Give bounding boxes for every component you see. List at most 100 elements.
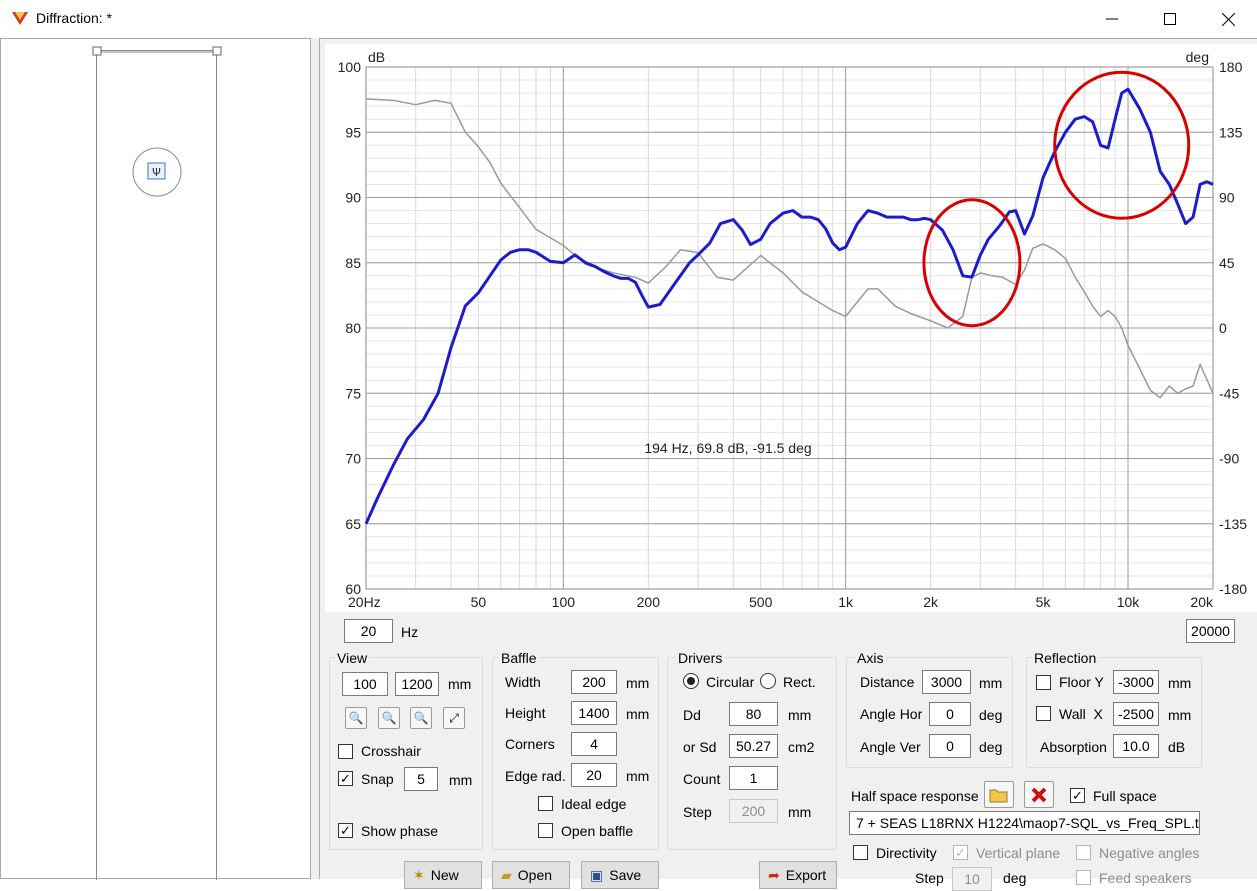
absorption-unit: dB: [1168, 739, 1186, 755]
y2-axis-label: deg: [1186, 49, 1209, 65]
minimize-icon: [1106, 18, 1118, 20]
baffle-preview-pane[interactable]: Ψ: [0, 38, 312, 881]
floor-input[interactable]: -3000: [1113, 670, 1159, 694]
corners-input[interactable]: 4: [571, 732, 617, 756]
height-label: Height: [505, 705, 546, 721]
show-phase-checkbox[interactable]: ✓: [338, 823, 353, 838]
show-phase-label: Show phase: [361, 823, 439, 839]
range-max-input[interactable]: 20000: [1186, 619, 1235, 643]
height-input[interactable]: 1400: [571, 701, 617, 725]
y2-tick-label: -135: [1219, 516, 1247, 532]
absorption-label: Absorption: [1040, 739, 1107, 755]
y-tick-label: 95: [345, 124, 361, 140]
edge-label: Edge rad.: [505, 768, 566, 784]
fit-view-icon[interactable]: ⤢: [443, 707, 465, 729]
y-tick-label: 70: [345, 451, 361, 467]
absorption-input[interactable]: 10.0: [1113, 734, 1159, 758]
y-tick-label: 100: [338, 59, 362, 75]
x-tick-label: 1k: [838, 594, 854, 610]
resize-handle: [92, 46, 102, 56]
sd-unit: cm2: [788, 739, 815, 755]
wall-checkbox[interactable]: [1036, 706, 1051, 721]
x-tick-label: 5k: [1036, 594, 1052, 610]
new-label: New: [430, 867, 459, 883]
edge-unit: mm: [626, 768, 650, 784]
zoom-out-icon[interactable]: 🔍: [345, 707, 367, 729]
save-button[interactable]: ▣ Save: [581, 861, 659, 889]
y2-tick-label: 45: [1219, 255, 1235, 271]
snap-checkbox[interactable]: ✓: [338, 771, 353, 786]
open-button[interactable]: ▰ Open: [492, 861, 570, 889]
range-min-input[interactable]: 20: [344, 619, 393, 643]
ideal-edge-checkbox[interactable]: [538, 796, 553, 811]
distance-input[interactable]: 3000: [922, 670, 971, 694]
close-button[interactable]: [1199, 0, 1257, 38]
range-unit-label: Hz: [401, 624, 419, 640]
crosshair-checkbox[interactable]: [338, 744, 353, 759]
minimize-button[interactable]: [1083, 0, 1141, 38]
directivity-step-input[interactable]: 10: [952, 867, 992, 891]
zoom-actual-icon[interactable]: 🔍: [378, 707, 400, 729]
rect-label: Rect.: [783, 674, 816, 690]
directivity-checkbox[interactable]: [853, 845, 868, 860]
step-input[interactable]: 200: [729, 799, 778, 823]
angle-hor-input[interactable]: 0: [929, 702, 971, 726]
snap-label: Snap: [361, 771, 394, 787]
rect-radio[interactable]: [760, 673, 776, 689]
width-label: Width: [505, 674, 541, 690]
y-tick-label: 85: [345, 255, 361, 271]
step-unit: mm: [788, 804, 812, 820]
half-space-file-input[interactable]: 7 + SEAS L18RNX H1224\maop7-SQL_vs_Freq_…: [849, 811, 1200, 835]
cursor-readout: 194 Hz, 69.8 dB, -91.5 deg: [644, 440, 811, 456]
chart-svg[interactable]: 100959085807570656018013590450-45-90-135…: [325, 44, 1257, 612]
open-folder-icon[interactable]: [984, 781, 1014, 808]
x-tick-label: 50: [471, 594, 487, 610]
edge-input[interactable]: 20: [571, 763, 617, 787]
feed-speakers-label: Feed speakers: [1099, 870, 1192, 886]
x-tick-label: 10k: [1117, 594, 1141, 610]
view-unit: mm: [448, 676, 472, 692]
zoom-in-icon[interactable]: 🔍: [410, 707, 432, 729]
sd-input[interactable]: 50.27: [729, 734, 778, 758]
export-icon: ➦: [768, 866, 780, 883]
negative-angles-checkbox[interactable]: [1076, 845, 1091, 860]
svg-text:Ψ: Ψ: [152, 166, 161, 179]
export-button[interactable]: ➦ Export: [759, 861, 837, 889]
maximize-button[interactable]: [1141, 0, 1199, 38]
view-a-input[interactable]: 100: [342, 672, 388, 696]
delete-icon[interactable]: [1024, 781, 1054, 808]
open-baffle-checkbox[interactable]: [538, 823, 553, 838]
open-baffle-label: Open baffle: [561, 823, 634, 839]
splitter[interactable]: [311, 38, 319, 879]
directivity-step-label: Step: [915, 870, 944, 886]
title-bar: Diffraction: *: [0, 0, 1257, 38]
view-group-title: View: [335, 650, 370, 666]
full-space-checkbox[interactable]: ✓: [1070, 788, 1085, 803]
x-tick-label: 2k: [923, 594, 939, 610]
baffle-drawing[interactable]: Ψ: [1, 39, 312, 881]
circular-radio[interactable]: [683, 673, 699, 689]
sd-label: or Sd: [683, 739, 717, 755]
frequency-response-chart[interactable]: 100 95 90 85 80 75 70 65 60 180 135 90 45 0 -45 -90 -135…: [325, 44, 1257, 612]
directivity-step-unit: deg: [1003, 870, 1027, 886]
feed-speakers-checkbox[interactable]: [1076, 870, 1091, 885]
snap-input[interactable]: 5: [404, 767, 438, 791]
count-input[interactable]: 1: [729, 766, 778, 790]
wall-input[interactable]: -2500: [1113, 702, 1159, 726]
floor-checkbox[interactable]: [1036, 675, 1051, 690]
x-tick-label: 500: [749, 594, 773, 610]
drivers-group-title: Drivers: [676, 650, 725, 666]
baffle-group-title: Baffle: [499, 650, 539, 666]
export-label: Export: [785, 867, 827, 883]
vertical-plane-checkbox[interactable]: ✓: [953, 845, 968, 860]
view-b-input[interactable]: 1200: [395, 672, 439, 696]
x-tick-label: 20k: [1190, 594, 1214, 610]
angle-ver-input[interactable]: 0: [929, 734, 971, 758]
snap-unit: mm: [449, 772, 473, 788]
angle-ver-unit: deg: [979, 739, 1003, 755]
dd-input[interactable]: 80: [729, 702, 778, 726]
new-button[interactable]: ✶ New: [404, 861, 482, 889]
width-input[interactable]: 200: [571, 670, 617, 694]
new-icon: ✶: [413, 866, 425, 883]
full-space-label: Full space: [1093, 788, 1157, 804]
